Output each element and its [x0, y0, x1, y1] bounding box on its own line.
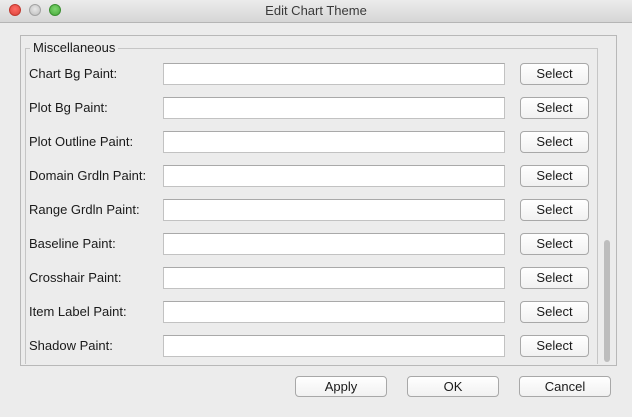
crosshair-paint-label: Crosshair Paint: [29, 270, 122, 285]
plot-outline-paint-select-button[interactable]: Select [520, 131, 589, 153]
item-label-paint-field[interactable] [163, 301, 505, 323]
plot-bg-paint-field[interactable] [163, 97, 505, 119]
baseline-paint-field[interactable] [163, 233, 505, 255]
edit-chart-theme-dialog: Edit Chart Theme Miscellaneous Chart Bg … [0, 0, 632, 417]
plot-outline-paint-label: Plot Outline Paint: [29, 134, 134, 149]
row-range-grdln-paint: Range Grdln Paint: Select [26, 198, 599, 222]
range-grdln-paint-label: Range Grdln Paint: [29, 202, 140, 217]
cancel-button[interactable]: Cancel [519, 376, 611, 397]
chart-bg-paint-select-button[interactable]: Select [520, 63, 589, 85]
row-plot-bg-paint: Plot Bg Paint: Select [26, 96, 599, 120]
apply-button[interactable]: Apply [295, 376, 387, 397]
window-title: Edit Chart Theme [265, 3, 367, 18]
row-item-label-paint: Item Label Paint: Select [26, 300, 599, 324]
row-domain-grdln-paint: Domain Grdln Paint: Select [26, 164, 599, 188]
row-plot-outline-paint: Plot Outline Paint: Select [26, 130, 599, 154]
scrollbar-thumb[interactable] [604, 240, 610, 362]
item-label-paint-label: Item Label Paint: [29, 304, 127, 319]
domain-grdln-paint-select-button[interactable]: Select [520, 165, 589, 187]
vertical-scrollbar[interactable] [604, 38, 610, 363]
shadow-paint-label: Shadow Paint: [29, 338, 113, 353]
chart-bg-paint-label: Chart Bg Paint: [29, 66, 118, 81]
item-label-paint-select-button[interactable]: Select [520, 301, 589, 323]
plot-bg-paint-select-button[interactable]: Select [520, 97, 589, 119]
crosshair-paint-select-button[interactable]: Select [520, 267, 589, 289]
baseline-paint-select-button[interactable]: Select [520, 233, 589, 255]
range-grdln-paint-select-button[interactable]: Select [520, 199, 589, 221]
settings-scroll-pane[interactable]: Miscellaneous Chart Bg Paint: Select Plo… [20, 35, 617, 366]
plot-outline-paint-field[interactable] [163, 131, 505, 153]
plot-bg-paint-label: Plot Bg Paint: [29, 100, 108, 115]
crosshair-paint-field[interactable] [163, 267, 505, 289]
domain-grdln-paint-label: Domain Grdln Paint: [29, 168, 147, 183]
baseline-paint-label: Baseline Paint: [29, 236, 116, 251]
title-bar[interactable]: Edit Chart Theme [0, 0, 632, 23]
shadow-paint-select-button[interactable]: Select [520, 335, 589, 357]
row-chart-bg-paint: Chart Bg Paint: Select [26, 62, 599, 86]
range-grdln-paint-field[interactable] [163, 199, 505, 221]
domain-grdln-paint-field[interactable] [163, 165, 505, 187]
shadow-paint-field[interactable] [163, 335, 505, 357]
miscellaneous-group: Miscellaneous Chart Bg Paint: Select Plo… [25, 40, 599, 364]
row-shadow-paint: Shadow Paint: Select [26, 334, 599, 358]
row-baseline-paint: Baseline Paint: Select [26, 232, 599, 256]
group-legend: Miscellaneous [30, 40, 119, 56]
ok-button[interactable]: OK [407, 376, 499, 397]
chart-bg-paint-field[interactable] [163, 63, 505, 85]
row-crosshair-paint: Crosshair Paint: Select [26, 266, 599, 290]
